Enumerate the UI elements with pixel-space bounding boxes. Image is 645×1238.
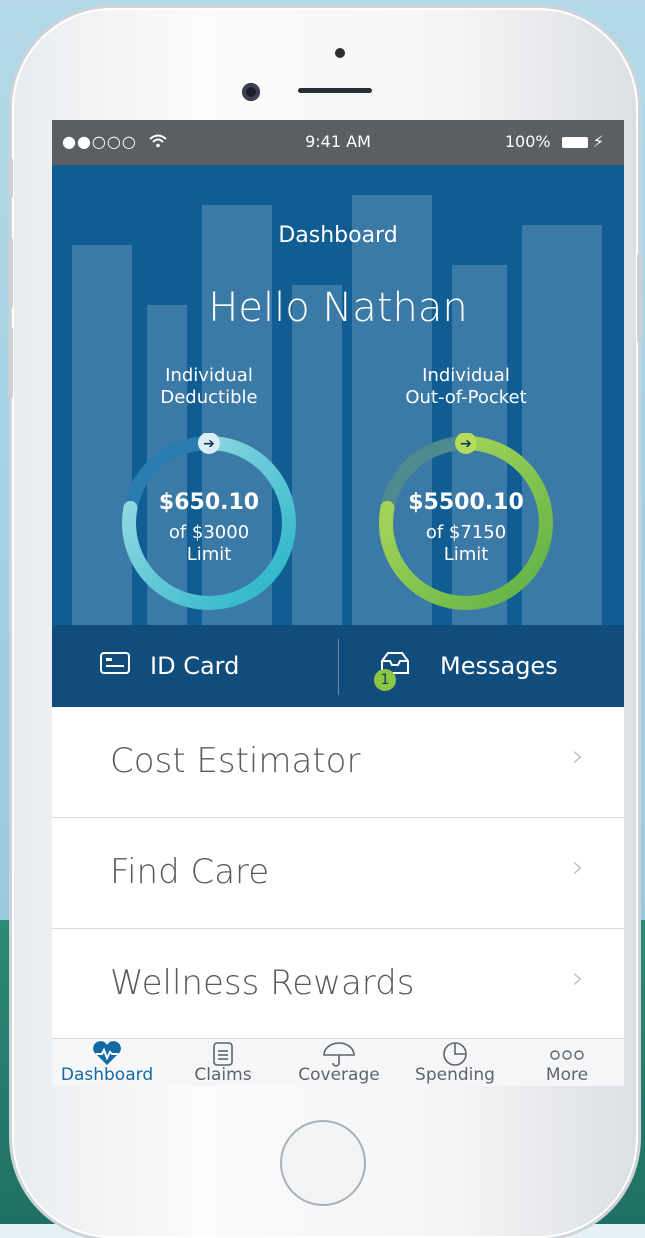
gauge-label-line2: Out-of-Pocket (405, 387, 527, 408)
id-card-label: ID Card (150, 652, 240, 680)
list-item-wellness-rewards[interactable]: Wellness Rewards › (52, 929, 624, 1040)
tab-dashboard[interactable]: Dashboard (52, 1039, 162, 1086)
status-bar: ●●○○○ 9:41 AM 100% ⚡ (52, 120, 624, 165)
gauge-label: Individual Out-of-Pocket (366, 365, 566, 411)
app-screen: ●●○○○ 9:41 AM 100% ⚡ Dashboard Hello Nat… (52, 120, 624, 1086)
battery-percent: 100% (504, 132, 551, 151)
svg-text:➔: ➔ (460, 436, 472, 452)
gauge-label-line2: Deductible (160, 387, 258, 408)
tab-label: Spending (415, 1065, 495, 1085)
list-item-label: Find Care (110, 852, 270, 892)
tab-label: Dashboard (60, 1065, 154, 1085)
gauge-label-line1: Individual (165, 365, 253, 386)
volume-up-button (8, 238, 13, 308)
deductible-limit: of $3000 Limit (109, 522, 309, 566)
page-title: Dashboard (278, 223, 398, 248)
gauge-label: Individual Deductible (109, 365, 309, 411)
home-button[interactable] (280, 1120, 366, 1206)
messages-label: Messages (440, 652, 558, 680)
list-item-label: Wellness Rewards (110, 963, 415, 1003)
proximity-sensor (335, 48, 345, 58)
deductible-gauge[interactable]: Individual Deductible ➔ $650.10 of $3000… (109, 365, 309, 610)
front-camera (242, 83, 260, 101)
tab-spending[interactable]: Spending (400, 1039, 510, 1086)
deductible-amount: $650.10 (158, 490, 260, 515)
tab-label: Coverage (298, 1065, 380, 1085)
document-icon (168, 1041, 278, 1067)
tab-bar: Dashboard Claims Coverage Spending More (52, 1038, 624, 1086)
battery-indicator: 100% ⚡ (505, 132, 604, 151)
tab-more[interactable]: More (512, 1039, 622, 1086)
earpiece-speaker (298, 88, 372, 93)
list-item-cost-estimator[interactable]: Cost Estimator › (52, 707, 624, 818)
umbrella-icon (284, 1041, 394, 1067)
out-of-pocket-limit-caption: Limit (443, 544, 489, 565)
greeting: Hello Nathan (208, 285, 468, 331)
tab-label: More (545, 1065, 589, 1085)
volume-down-button (8, 328, 13, 398)
action-divider (338, 639, 339, 695)
list-item-find-care[interactable]: Find Care › (52, 818, 624, 929)
messages-badge: 1 (374, 669, 396, 691)
out-of-pocket-limit-value: of $7150 (425, 522, 507, 543)
deductible-limit-value: of $3000 (168, 522, 250, 543)
id-card-icon (100, 652, 130, 680)
gauge-label-line1: Individual (422, 365, 510, 386)
pie-chart-icon (400, 1041, 510, 1067)
list-item-label: Cost Estimator (110, 741, 361, 781)
chevron-right-icon: › (572, 850, 584, 885)
charging-icon: ⚡ (592, 132, 604, 151)
out-of-pocket-gauge[interactable]: Individual Out-of-Pocket ➔ $5500.10 of $… (366, 365, 566, 610)
battery-icon (561, 137, 588, 148)
messages-button[interactable]: Messages (380, 625, 558, 707)
tab-label: Claims (194, 1065, 252, 1085)
mute-switch (8, 158, 13, 198)
tab-coverage[interactable]: Coverage (284, 1039, 394, 1086)
id-card-button[interactable]: ID Card (100, 625, 239, 707)
tab-claims[interactable]: Claims (168, 1039, 278, 1086)
more-icon (512, 1041, 622, 1067)
quick-actions-bar: ID Card Messages 1 (52, 625, 624, 707)
chevron-right-icon: › (572, 961, 584, 996)
phone-frame: ●●○○○ 9:41 AM 100% ⚡ Dashboard Hello Nat… (8, 8, 642, 1238)
power-button (637, 253, 642, 343)
out-of-pocket-amount: $5500.10 (408, 490, 524, 515)
heart-pulse-icon (52, 1041, 162, 1067)
out-of-pocket-limit: of $7150 Limit (366, 522, 566, 566)
hero-panel: Dashboard Hello Nathan Individual Deduct… (52, 165, 624, 625)
deductible-limit-caption: Limit (186, 544, 232, 565)
chevron-right-icon: › (572, 739, 584, 774)
svg-text:➔: ➔ (203, 436, 215, 452)
